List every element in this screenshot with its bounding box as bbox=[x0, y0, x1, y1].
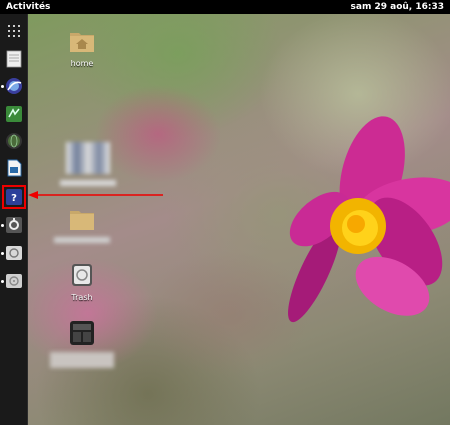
libreoffice-writer-icon[interactable] bbox=[5, 159, 23, 177]
blurred-label bbox=[60, 180, 116, 186]
top-bar: Activités sam 29 aoû, 16:33 bbox=[0, 0, 450, 14]
blurred-thumbnail-icon bbox=[66, 142, 110, 174]
file-manager-icon[interactable] bbox=[5, 105, 23, 123]
dash-panel: ? bbox=[0, 14, 28, 425]
blurred-label bbox=[54, 237, 110, 243]
apps-grid-icon[interactable] bbox=[5, 22, 23, 40]
trash-icon bbox=[72, 264, 92, 286]
home-folder[interactable]: home bbox=[50, 28, 114, 68]
svg-text:?: ? bbox=[11, 193, 17, 204]
running-indicator bbox=[1, 252, 4, 255]
blurred-folder[interactable] bbox=[50, 206, 114, 243]
home-label: home bbox=[70, 59, 94, 68]
desktop[interactable]: home Trash bbox=[28, 14, 450, 425]
folder-icon bbox=[70, 211, 94, 230]
blurred-label bbox=[50, 352, 114, 368]
running-indicator bbox=[1, 280, 4, 283]
app-icon bbox=[70, 321, 94, 345]
annotation-arrow bbox=[28, 191, 163, 199]
blurred-file[interactable] bbox=[56, 142, 120, 186]
running-indicator bbox=[1, 85, 4, 88]
blurred-app[interactable] bbox=[50, 320, 114, 368]
folder-home-icon bbox=[70, 33, 94, 52]
trash[interactable]: Trash bbox=[50, 262, 114, 302]
software-update-icon[interactable] bbox=[5, 244, 23, 262]
system-settings-icon[interactable] bbox=[5, 216, 23, 234]
globe-icon[interactable] bbox=[5, 132, 23, 150]
running-indicator bbox=[1, 224, 4, 227]
clock[interactable]: sam 29 aoû, 16:33 bbox=[351, 2, 444, 12]
web-browser-icon[interactable] bbox=[5, 77, 23, 95]
trash-label: Trash bbox=[71, 293, 93, 302]
disk-icon[interactable] bbox=[5, 272, 23, 290]
text-editor-icon[interactable] bbox=[5, 50, 23, 68]
activities-button[interactable]: Activités bbox=[6, 2, 50, 12]
help-icon[interactable]: ? bbox=[5, 188, 23, 206]
